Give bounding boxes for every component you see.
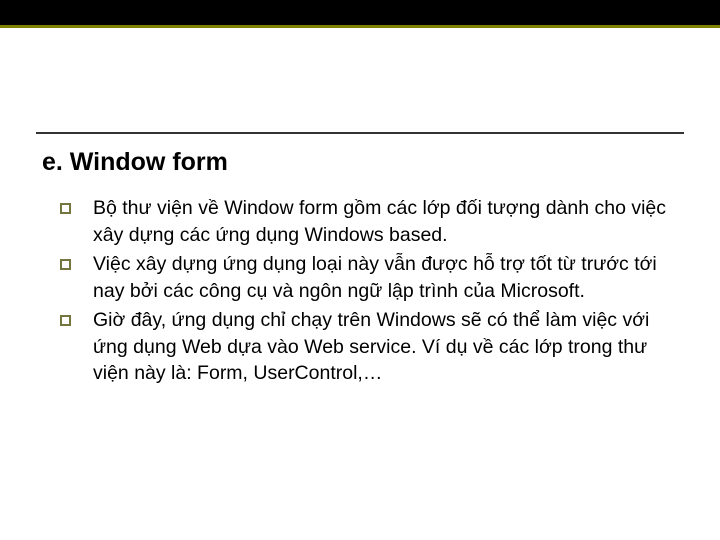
slide-top-band [0,0,720,28]
list-item: Bộ thư viện về Window form gồm các lớp đ… [60,195,678,249]
section-heading: e. Window form [42,148,678,177]
list-item: Giờ đây, ứng dụng chỉ chạy trên Windows … [60,307,678,388]
slide-content: e. Window form Bộ thư viện về Window for… [42,148,678,389]
horizontal-divider [36,132,684,134]
bullet-list: Bộ thư viện về Window form gồm các lớp đ… [42,195,678,387]
list-item-text: Giờ đây, ứng dụng chỉ chạy trên Windows … [93,307,678,388]
list-item: Việc xây dựng ứng dụng loại này vẫn được… [60,251,678,305]
square-bullet-icon [60,203,71,214]
list-item-text: Việc xây dựng ứng dụng loại này vẫn được… [93,251,678,305]
square-bullet-icon [60,315,71,326]
list-item-text: Bộ thư viện về Window form gồm các lớp đ… [93,195,678,249]
square-bullet-icon [60,259,71,270]
